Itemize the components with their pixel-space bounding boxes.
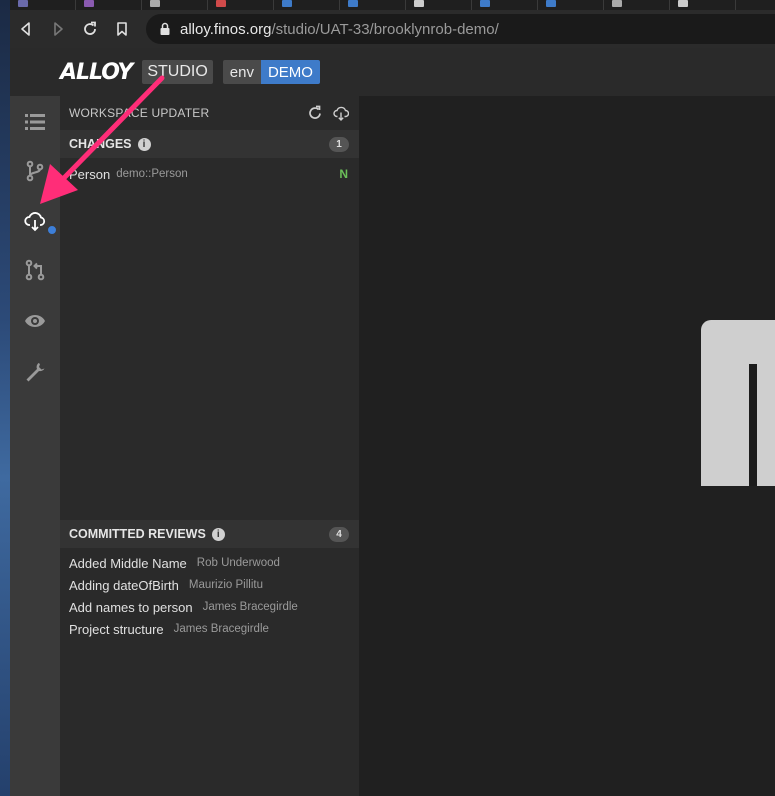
reload-icon [84, 21, 96, 35]
tab-favicon-icon [546, 0, 556, 7]
activity-bar [10, 96, 60, 796]
environment-badge: env DEMO [222, 60, 320, 84]
tab-favicon-icon [612, 0, 622, 7]
browser-tab-strip [10, 0, 775, 10]
env-value: DEMO [260, 60, 320, 84]
desktop-wallpaper [0, 0, 10, 796]
review-author: Maurizio Pillitu [188, 579, 263, 591]
changes-section-header[interactable]: CHANGES i 1 [60, 130, 359, 158]
project-overview-button[interactable] [23, 309, 47, 333]
screen: alloy.finos.org/studio/UAT-33/brooklynro… [0, 0, 775, 796]
tab-favicon-icon [414, 0, 424, 7]
browser-toolbar: alloy.finos.org/studio/UAT-33/brooklynro… [10, 10, 775, 48]
url-path: /studio/UAT-33/brooklynrob-demo/ [271, 20, 499, 38]
browser-tab[interactable] [406, 0, 472, 10]
workspace-updater-button[interactable] [23, 209, 57, 235]
tab-favicon-icon [282, 0, 292, 7]
forward-button[interactable] [42, 13, 74, 45]
changes-label: CHANGES [69, 137, 132, 151]
browser-tab[interactable] [604, 0, 670, 10]
review-author: James Bracegirdle [173, 623, 269, 635]
browser-tab[interactable] [142, 0, 208, 10]
change-status-badge: N [339, 167, 348, 181]
branch-icon [26, 160, 44, 182]
eye-icon [25, 315, 45, 327]
product-badge: STUDIO [142, 60, 213, 84]
editor-area [359, 96, 775, 796]
change-name: Person [69, 166, 111, 182]
cloud-download-icon[interactable] [333, 105, 349, 121]
changes-list: Person demo::Person N [60, 158, 359, 520]
browser-tab[interactable] [76, 0, 142, 10]
pull-request-icon [25, 259, 45, 281]
tab-favicon-icon [18, 0, 28, 7]
review-title: Add names to person [69, 599, 193, 615]
wrench-icon [26, 363, 45, 382]
tab-favicon-icon [678, 0, 688, 7]
app-header: ALLOY STUDIO env DEMO [10, 48, 775, 96]
address-bar[interactable]: alloy.finos.org/studio/UAT-33/brooklynro… [146, 14, 775, 44]
reviews-label: COMMITTED REVIEWS [69, 527, 206, 541]
review-item[interactable]: Adding dateOfBirth Maurizio Pillitu [60, 574, 359, 596]
tab-favicon-icon [348, 0, 358, 7]
lock-icon [160, 22, 170, 35]
change-path: demo::Person [116, 168, 188, 180]
browser-tab[interactable] [670, 0, 736, 10]
review-author: James Bracegirdle [202, 601, 298, 613]
workspace-updater-panel: WORKSPACE UPDATER CHANGES i 1 Person dem… [60, 96, 359, 796]
refresh-icon[interactable] [307, 105, 323, 121]
browser-tab[interactable] [340, 0, 406, 10]
local-changes-button[interactable] [23, 159, 47, 183]
env-label: env [222, 60, 261, 84]
forward-icon [54, 22, 63, 36]
browser-tab[interactable] [472, 0, 538, 10]
info-icon[interactable]: i [137, 137, 151, 151]
review-item[interactable]: Added Middle Name Rob Underwood [60, 552, 359, 574]
tab-favicon-icon [480, 0, 490, 7]
back-button[interactable] [10, 13, 42, 45]
alloy-logo: ALLOY [60, 59, 133, 85]
review-title: Added Middle Name [69, 555, 187, 571]
committed-reviews-section-header[interactable]: COMMITTED REVIEWS i 4 [60, 520, 359, 548]
notification-dot [47, 225, 57, 235]
tab-favicon-icon [84, 0, 94, 7]
tab-favicon-icon [150, 0, 160, 7]
info-icon[interactable]: i [211, 527, 225, 541]
background-logo [701, 320, 775, 486]
settings-button[interactable] [23, 360, 47, 384]
reviews-count-badge: 4 [329, 526, 349, 542]
panel-header: WORKSPACE UPDATER [60, 96, 359, 130]
review-item[interactable]: Project structure James Bracegirdle [60, 618, 359, 640]
change-item[interactable]: Person demo::Person N [60, 158, 359, 190]
review-title: Adding dateOfBirth [69, 577, 179, 593]
background-logo-stroke [749, 364, 757, 486]
panel-actions [307, 105, 349, 121]
review-item[interactable]: Add names to person James Bracegirdle [60, 596, 359, 618]
url-host: alloy.finos.org [180, 20, 272, 38]
bookmark-icon [117, 22, 127, 36]
back-icon [21, 22, 30, 36]
cloud-download-icon [24, 212, 46, 232]
browser-tab[interactable] [10, 0, 76, 10]
browser-tab[interactable] [538, 0, 604, 10]
tab-favicon-icon [216, 0, 226, 7]
browser-tab[interactable] [208, 0, 274, 10]
reviews-list: Added Middle Name Rob Underwood Adding d… [60, 548, 359, 640]
reload-button[interactable] [74, 13, 106, 45]
explorer-button[interactable] [23, 110, 47, 134]
panel-title: WORKSPACE UPDATER [69, 106, 210, 120]
review-author: Rob Underwood [196, 557, 280, 569]
workspace-review-button[interactable] [23, 258, 47, 282]
bookmark-button[interactable] [106, 13, 138, 45]
list-icon [25, 114, 45, 130]
changes-count-badge: 1 [329, 136, 349, 152]
review-title: Project structure [69, 621, 164, 637]
browser-tab[interactable] [274, 0, 340, 10]
